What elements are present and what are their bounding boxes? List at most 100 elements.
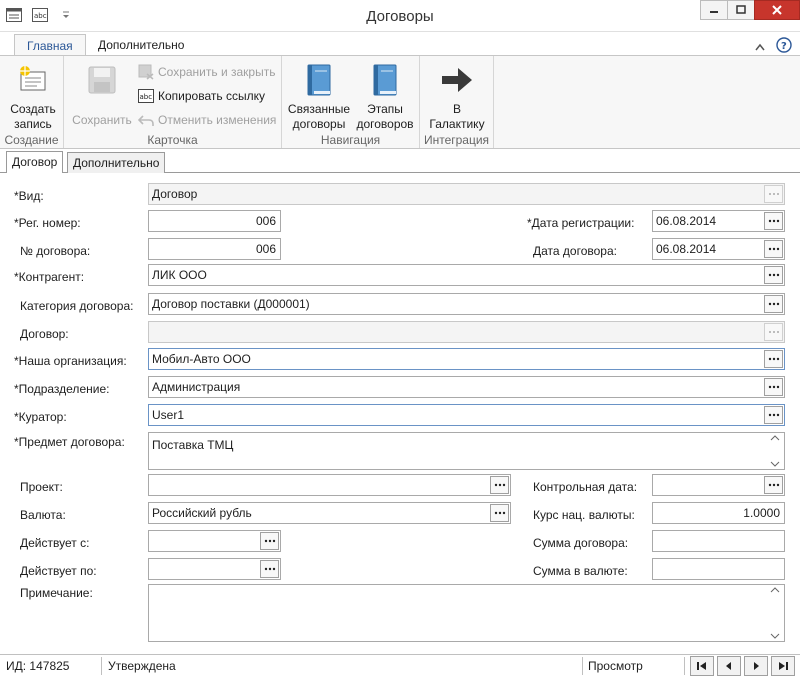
category-field[interactable]: Договор поставки (Д000001): [148, 293, 785, 315]
create-record-button[interactable]: Создать запись: [8, 62, 58, 132]
contract-form: *Вид: Договор *Рег. номер: 006 *Дата рег…: [0, 173, 800, 653]
project-label: Проект:: [20, 480, 63, 494]
subject-textarea[interactable]: Поставка ТМЦ: [148, 432, 785, 470]
category-label: Категория договора:: [20, 299, 134, 313]
contract-field[interactable]: [148, 321, 785, 343]
ribbon-group-card: Сохранить Сохранить и закрыть abc Копиро…: [64, 56, 282, 148]
currency-label: Валюта:: [20, 508, 66, 522]
group-label-integration: Интеграция: [423, 133, 490, 147]
contract-stages-button[interactable]: Этапы договоров: [354, 62, 416, 132]
reg-date-field[interactable]: 06.08.2014: [652, 210, 785, 232]
contract-num-field[interactable]: 006: [148, 238, 281, 260]
curator-label: *Куратор:: [14, 410, 67, 424]
first-record-button[interactable]: [690, 656, 714, 676]
our-org-label: *Наша организация:: [14, 354, 127, 368]
counterparty-label: *Контрагент:: [14, 270, 85, 284]
contract-select-button[interactable]: [764, 323, 783, 341]
valid-from-field[interactable]: [148, 530, 281, 552]
next-record-button[interactable]: [744, 656, 768, 676]
counterparty-select-button[interactable]: [764, 266, 783, 284]
contract-num-label: № договора:: [20, 244, 91, 258]
copy-link-icon: abc: [138, 88, 154, 104]
scroll-up-icon[interactable]: [770, 586, 780, 594]
currency-select-button[interactable]: [490, 504, 509, 522]
group-label-creation: Создание: [4, 133, 59, 147]
amount-currency-field[interactable]: [652, 558, 785, 580]
valid-to-field[interactable]: [148, 558, 281, 580]
curator-field[interactable]: User1: [148, 404, 785, 426]
save-close-button[interactable]: Сохранить и закрыть: [138, 64, 275, 80]
reg-num-field[interactable]: 006: [148, 210, 281, 232]
save-disk-icon: [84, 62, 120, 98]
control-date-select-button[interactable]: [764, 476, 783, 494]
currency-field[interactable]: Российский рубль: [148, 502, 511, 524]
our-org-field[interactable]: Мобил-Авто ООО: [148, 348, 785, 370]
type-field[interactable]: Договор: [148, 183, 785, 205]
scroll-down-icon[interactable]: [770, 632, 780, 640]
note-textarea[interactable]: [148, 584, 785, 642]
control-date-label: Контрольная дата:: [533, 480, 638, 494]
minimize-button[interactable]: [700, 0, 728, 20]
contract-date-select-button[interactable]: [764, 240, 783, 258]
to-galaktika-button[interactable]: В Галактику: [424, 62, 490, 132]
undo-changes-button[interactable]: Отменить изменения: [138, 112, 276, 128]
curator-select-button[interactable]: [764, 406, 783, 424]
scroll-up-icon[interactable]: [770, 434, 780, 442]
related-label-2: договоры: [292, 117, 346, 131]
svg-text:abc: abc: [140, 93, 153, 101]
ribbon-group-integration: В Галактику Интеграция: [420, 56, 494, 148]
division-select-button[interactable]: [764, 378, 783, 396]
ribbon-tab-home[interactable]: Главная: [14, 34, 86, 56]
copy-link-button[interactable]: abc Копировать ссылку: [138, 88, 265, 104]
category-select-button[interactable]: [764, 295, 783, 313]
stages-label-2: договоров: [356, 117, 414, 131]
prev-record-button[interactable]: [717, 656, 741, 676]
ribbon-tab-extra[interactable]: Дополнительно: [86, 34, 196, 56]
status-divider: [101, 657, 102, 675]
valid-from-select-button[interactable]: [260, 532, 279, 550]
scroll-down-icon[interactable]: [770, 460, 780, 468]
contract-num-value: 006: [255, 242, 276, 256]
rate-field[interactable]: 1.0000: [652, 502, 785, 524]
ribbon: Создать запись Создание Сохранить Сохран…: [0, 55, 800, 149]
view-mode: Просмотр: [588, 659, 643, 673]
reg-date-select-button[interactable]: [764, 212, 783, 230]
form-tab-extra[interactable]: Дополнительно: [67, 152, 166, 173]
help-icon[interactable]: ?: [776, 37, 792, 56]
maximize-button[interactable]: [727, 0, 755, 20]
counterparty-field[interactable]: ЛИК ООО: [148, 264, 785, 286]
next-icon: [754, 662, 759, 670]
related-label-1: Связанные: [287, 102, 351, 116]
close-button[interactable]: [754, 0, 800, 20]
division-field[interactable]: Администрация: [148, 376, 785, 398]
status-divider: [582, 657, 583, 675]
ribbon-group-creation: Создать запись Создание: [0, 56, 64, 148]
last-record-button[interactable]: [771, 656, 795, 676]
form-tab-contract[interactable]: Договор: [6, 151, 64, 173]
galaktika-label-1: В: [452, 102, 461, 116]
status-divider: [684, 657, 685, 675]
ribbon-group-navigation: Связанные договоры Этапы договоров Навиг…: [282, 56, 420, 148]
contract-date-field[interactable]: 06.08.2014: [652, 238, 785, 260]
reg-num-value: 006: [255, 214, 276, 228]
rate-value: 1.0000: [743, 506, 780, 520]
control-date-field[interactable]: [652, 474, 785, 496]
valid-to-select-button[interactable]: [260, 560, 279, 578]
amount-field[interactable]: [652, 530, 785, 552]
our-org-select-button[interactable]: [764, 350, 783, 368]
subject-scrollbar[interactable]: [767, 434, 783, 468]
type-select-button[interactable]: [764, 185, 783, 203]
related-contracts-button[interactable]: Связанные договоры: [286, 62, 352, 132]
subject-label: *Предмет договора:: [14, 435, 125, 449]
create-label-1: Создать: [10, 102, 56, 116]
project-select-button[interactable]: [490, 476, 509, 494]
project-field[interactable]: [148, 474, 511, 496]
ribbon-collapse-icon[interactable]: [754, 40, 766, 54]
copy-link-label: Копировать ссылку: [158, 89, 265, 103]
ribbon-tabs: Главная Дополнительно ?: [0, 32, 800, 56]
reg-num-label: *Рег. номер:: [14, 216, 81, 230]
group-label-card: Карточка: [147, 133, 198, 147]
title-bar: abc Договоры: [0, 0, 800, 32]
note-scrollbar[interactable]: [767, 586, 783, 640]
save-button[interactable]: Сохранить: [70, 62, 134, 128]
